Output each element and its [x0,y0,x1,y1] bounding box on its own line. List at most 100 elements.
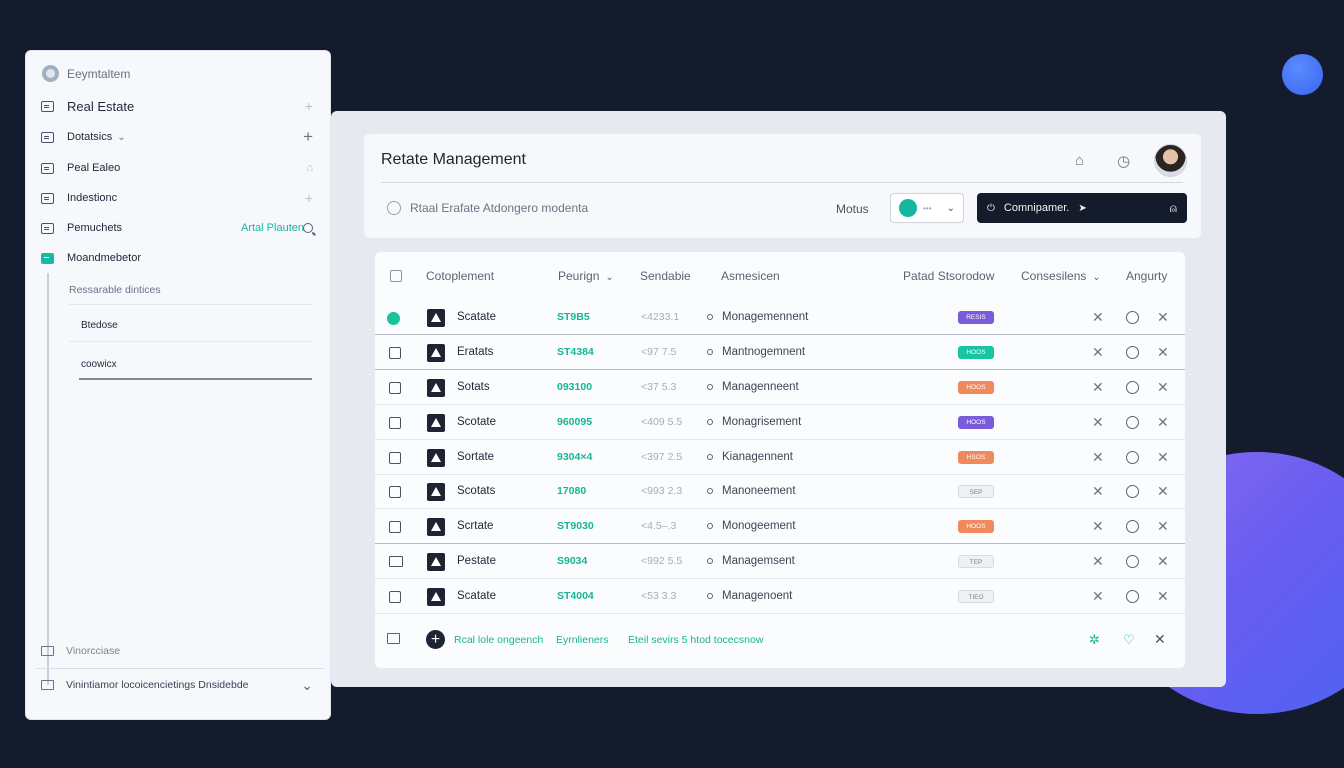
radio-icon[interactable] [1126,451,1139,464]
row-checkbox[interactable] [389,486,401,498]
close-icon[interactable]: ✕ [1157,588,1169,605]
sidebar-sub-item[interactable]: Btedose [81,320,118,331]
add-icon[interactable]: + [303,127,313,147]
close-icon[interactable]: ✕ [1092,309,1104,326]
home-icon [427,553,445,571]
row-checkbox[interactable] [389,556,403,567]
search-icon[interactable] [303,223,313,233]
lock-icon[interactable]: ⌂ [306,162,313,174]
cell-number: 960095 [557,416,593,428]
close-icon[interactable]: ✕ [1092,449,1104,466]
row-checkbox[interactable] [389,417,401,429]
table-row[interactable]: Scrtate ST9030 <4.5–.3 Monogeement HOOS ✕ ✕ [375,509,1185,544]
sidebar-accent-link[interactable]: Artal Plauten [241,222,304,234]
footer-link[interactable]: Eyrnlieners [556,634,609,646]
close-icon[interactable]: ✕ [1157,379,1169,396]
sidebar-item-dotatsics[interactable]: Dotatsics ⌄ + [41,126,319,148]
radio-icon[interactable] [1126,485,1139,498]
radio-icon[interactable] [1126,555,1139,568]
add-row-button[interactable]: + [426,630,445,649]
sidebar-sub-item[interactable]: coowicx [81,359,117,370]
close-icon[interactable]: ✕ [1157,414,1169,431]
radio-icon[interactable] [1126,416,1139,429]
sidebar-item-pemuchets[interactable]: Pemuchets Artal Plauten [41,217,319,239]
home-icon [427,588,445,606]
add-icon[interactable]: + [305,190,313,206]
heart-icon[interactable]: ♡ [1123,632,1135,648]
column-header[interactable]: Cotoplement [426,269,494,283]
table-row[interactable]: Scotats 17080 <993 2.3 Manoneement SEP ✕ ✕ [375,474,1185,509]
calendar-icon[interactable] [387,633,400,644]
close-icon[interactable]: ✕ [1092,588,1104,605]
close-icon[interactable]: ✕ [1157,483,1169,500]
table-row[interactable]: Scatate ST4004 <53 3.3 Managenoent TIEO ✕ ✕ [375,579,1185,614]
close-icon[interactable]: ✕ [1157,553,1169,570]
mode-select[interactable]: ••• ⌄ [890,193,964,223]
bell-icon[interactable]: ⍝ [1170,201,1177,216]
table-row[interactable]: Sotats 093100 <37 5.3 Managenneent HOOS ✕ ✕ [375,370,1185,405]
sidebar-item-peal-ealeo[interactable]: Peal Ealeo ⌂ [41,157,319,179]
close-icon[interactable]: ✕ [1092,344,1104,361]
command-bar[interactable]: ⏻ Comnipamer. ➤ ⍝ [977,193,1187,223]
column-header[interactable]: Patad Stsorodow [903,269,994,283]
radio-icon[interactable] [1126,346,1139,359]
sidebar-item-indestionc[interactable]: Indestionc + [41,187,319,209]
row-checkbox[interactable] [389,521,401,533]
table-row[interactable]: Eratats ST4384 <97 7.5 Mantnogemnent HOOS ✕ ✕ [375,335,1185,370]
home-icon [427,379,445,397]
table-row[interactable]: Scotate 960095 <409 5.5 Monagrisement HOOS ✕ ✕ [375,405,1185,440]
cell-name: Scrtate [457,520,494,532]
column-header[interactable]: Peurign ⌄ [558,269,614,283]
avatar[interactable] [1154,144,1187,177]
settings-icon[interactable]: ✲ [1089,632,1100,648]
row-checkbox[interactable] [389,452,401,464]
table-row[interactable]: Pestate S9034 <992 5.5 Managemsent TEP ✕ ✕ [375,544,1185,579]
row-checkbox[interactable] [389,382,401,394]
row-checkbox[interactable] [389,591,401,603]
close-icon[interactable]: ✕ [1157,309,1169,326]
row-checkbox[interactable] [389,347,401,359]
footer-link[interactable]: Rcal lole ongeench [454,634,543,646]
column-header[interactable]: Angurty [1126,269,1167,283]
column-header[interactable]: Consesilens ⌄ [1021,269,1101,283]
close-icon[interactable]: ✕ [1157,518,1169,535]
sidebar-footer-dropdown[interactable]: Vinintiamor locoicencietings Dnsidebde ⌄ [41,677,319,694]
select-all-checkbox[interactable] [390,270,402,282]
close-icon[interactable]: ✕ [1154,631,1166,648]
close-icon[interactable]: ✕ [1092,414,1104,431]
sidebar-footer-item[interactable]: Vinorcciase [41,645,120,657]
chevron-down-icon: ⌄ [605,272,614,283]
radio-icon[interactable] [1126,520,1139,533]
compass-icon[interactable]: ◷ [1117,152,1133,170]
close-icon[interactable]: ✕ [1092,518,1104,535]
row-checkbox[interactable] [387,312,400,325]
chevron-down-icon[interactable]: ⌄ [301,677,313,694]
chevron-down-icon: ⌄ [1092,272,1101,283]
close-icon[interactable]: ✕ [1092,379,1104,396]
cell-management-text: Kianagennent [722,451,793,463]
search-bar[interactable]: Rtaal Erafate Atdongero modenta [387,201,588,215]
status-dot-icon [707,349,713,355]
table-row[interactable]: Sortate 9304×4 <397 2.5 Kianagennent HSOS ✕ ✕ [375,440,1185,475]
radio-icon[interactable] [1126,590,1139,603]
footer-link[interactable]: Eteil sevirs 5 htod tocecsnow [628,634,763,646]
radio-icon[interactable] [1126,311,1139,324]
close-icon[interactable]: ✕ [1157,344,1169,361]
close-icon[interactable]: ✕ [1092,553,1104,570]
building-icon[interactable]: ⌂ [1075,152,1091,169]
radio-icon[interactable] [1126,381,1139,394]
close-icon[interactable]: ✕ [1157,449,1169,466]
sidebar-item-real-estate[interactable]: Real Estate + [41,95,319,117]
sidebar-item-label: Pemuchets [67,222,123,234]
close-icon[interactable]: ✕ [1092,483,1104,500]
cell-management-text: Monagemennent [722,311,809,323]
column-header[interactable]: Asmesicen [721,269,780,283]
table-row[interactable]: Scatate ST9B5 <4233.1 Monagemennent RESIS ✕ ✕ [375,300,1185,335]
toggle-knob-icon [899,199,917,217]
cell-management-text: Managemsent [722,555,795,567]
add-icon[interactable]: + [305,98,313,114]
column-header[interactable]: Sendabie [640,269,691,283]
sidebar-item-moandmebetor[interactable]: Moandmebetor [41,247,319,269]
sidebar-brand[interactable]: Eeymtaltem [42,65,130,82]
cell-name: Scatate [457,590,496,602]
